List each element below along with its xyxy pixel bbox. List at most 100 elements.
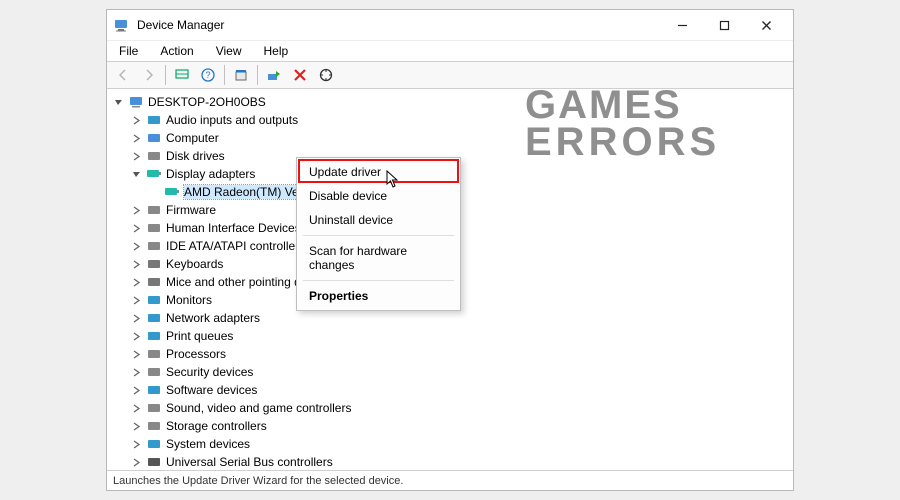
category-icon: [146, 364, 162, 380]
tree-label: Monitors: [166, 293, 212, 307]
ctx-uninstall-device[interactable]: Uninstall device: [297, 208, 460, 232]
category-icon: [146, 400, 162, 416]
chevron-right-icon[interactable]: [131, 133, 142, 144]
chevron-right-icon[interactable]: [131, 115, 142, 126]
category-icon: [146, 274, 162, 290]
category-icon: [146, 328, 162, 344]
chevron-down-icon[interactable]: [131, 169, 142, 180]
category-icon: [146, 454, 162, 470]
tree-label: Sound, video and game controllers: [166, 401, 351, 415]
category-icon: [146, 436, 162, 452]
toolbar-sep: [224, 65, 225, 85]
svg-text:?: ?: [205, 70, 210, 80]
chevron-right-icon[interactable]: [131, 295, 142, 306]
status-bar: Launches the Update Driver Wizard for th…: [107, 470, 793, 490]
tree-label: Processors: [166, 347, 226, 361]
tree-cat[interactable]: Processors: [109, 345, 791, 363]
toolbar: ?: [107, 61, 793, 89]
tree-label: Disk drives: [166, 149, 225, 163]
forward-button[interactable]: [137, 63, 161, 87]
tree-label: Security devices: [166, 365, 253, 379]
help-button[interactable]: ?: [196, 63, 220, 87]
tree-cat[interactable]: Print queues: [109, 327, 791, 345]
chevron-right-icon[interactable]: [131, 403, 142, 414]
watermark-l1: Games: [525, 87, 720, 124]
menu-view[interactable]: View: [212, 42, 246, 60]
tree-cat[interactable]: Universal Serial Bus controllers: [109, 453, 791, 470]
back-button[interactable]: [111, 63, 135, 87]
chevron-right-icon[interactable]: [131, 151, 142, 162]
watermark: Games Errors: [525, 87, 720, 161]
ctx-disable-device[interactable]: Disable device: [297, 184, 460, 208]
close-button[interactable]: [745, 11, 787, 39]
chevron-right-icon[interactable]: [131, 223, 142, 234]
ctx-properties[interactable]: Properties: [297, 284, 460, 308]
tree-label: Keyboards: [166, 257, 223, 271]
toolbar-sep: [257, 65, 258, 85]
window-title: Device Manager: [137, 18, 661, 32]
chevron-right-icon[interactable]: [131, 421, 142, 432]
category-icon: [146, 292, 162, 308]
update-driver-button[interactable]: [262, 63, 286, 87]
chevron-right-icon[interactable]: [131, 313, 142, 324]
tree-label: Software devices: [166, 383, 257, 397]
chevron-down-icon[interactable]: [113, 97, 124, 108]
tree-label: Display adapters: [166, 167, 255, 181]
tree-label: Universal Serial Bus controllers: [166, 455, 333, 469]
chevron-right-icon[interactable]: [131, 349, 142, 360]
ctx-sep: [303, 280, 454, 281]
category-icon: [146, 202, 162, 218]
display-adapter-icon: [146, 166, 162, 182]
chevron-right-icon[interactable]: [131, 385, 142, 396]
category-icon: [146, 238, 162, 254]
tree-label: Computer: [166, 131, 219, 145]
ctx-scan-hardware[interactable]: Scan for hardware changes: [297, 239, 460, 277]
menu-file[interactable]: File: [115, 42, 142, 60]
chevron-right-icon[interactable]: [131, 331, 142, 342]
tree-label: IDE ATA/ATAPI controllers: [166, 239, 305, 253]
app-icon: [113, 17, 129, 33]
tree-cat[interactable]: Network adapters: [109, 309, 791, 327]
category-icon: [146, 148, 162, 164]
tree-label: Human Interface Devices: [166, 221, 301, 235]
tree-cat[interactable]: Security devices: [109, 363, 791, 381]
tree-label: Print queues: [166, 329, 233, 343]
display-adapter-icon: [164, 184, 180, 200]
category-icon: [146, 220, 162, 236]
tree-label: Firmware: [166, 203, 216, 217]
tree-cat[interactable]: Software devices: [109, 381, 791, 399]
chevron-right-icon[interactable]: [131, 457, 142, 468]
ctx-update-driver[interactable]: Update driver: [297, 160, 460, 184]
chevron-right-icon[interactable]: [131, 241, 142, 252]
titlebar: Device Manager: [107, 10, 793, 40]
category-icon: [146, 256, 162, 272]
uninstall-button[interactable]: [288, 63, 312, 87]
properties-button[interactable]: [229, 63, 253, 87]
category-icon: [146, 418, 162, 434]
show-hidden-button[interactable]: [170, 63, 194, 87]
tree-label: Mice and other pointing d: [166, 275, 301, 289]
maximize-button[interactable]: [703, 11, 745, 39]
category-icon: [146, 112, 162, 128]
menubar: File Action View Help: [107, 40, 793, 61]
minimize-button[interactable]: [661, 11, 703, 39]
scan-button[interactable]: [314, 63, 338, 87]
spacer: [149, 187, 160, 198]
window-controls: [661, 11, 787, 39]
tree-label: System devices: [166, 437, 250, 451]
chevron-right-icon[interactable]: [131, 259, 142, 270]
tree-cat[interactable]: System devices: [109, 435, 791, 453]
status-text: Launches the Update Driver Wizard for th…: [113, 475, 403, 487]
tree-cat[interactable]: Sound, video and game controllers: [109, 399, 791, 417]
watermark-l2: Errors: [525, 124, 720, 161]
chevron-right-icon[interactable]: [131, 277, 142, 288]
ctx-sep: [303, 235, 454, 236]
chevron-right-icon[interactable]: [131, 367, 142, 378]
menu-action[interactable]: Action: [156, 42, 197, 60]
menu-help[interactable]: Help: [260, 42, 293, 60]
chevron-right-icon[interactable]: [131, 439, 142, 450]
tree-cat[interactable]: Storage controllers: [109, 417, 791, 435]
category-icon: [146, 130, 162, 146]
toolbar-sep: [165, 65, 166, 85]
chevron-right-icon[interactable]: [131, 205, 142, 216]
